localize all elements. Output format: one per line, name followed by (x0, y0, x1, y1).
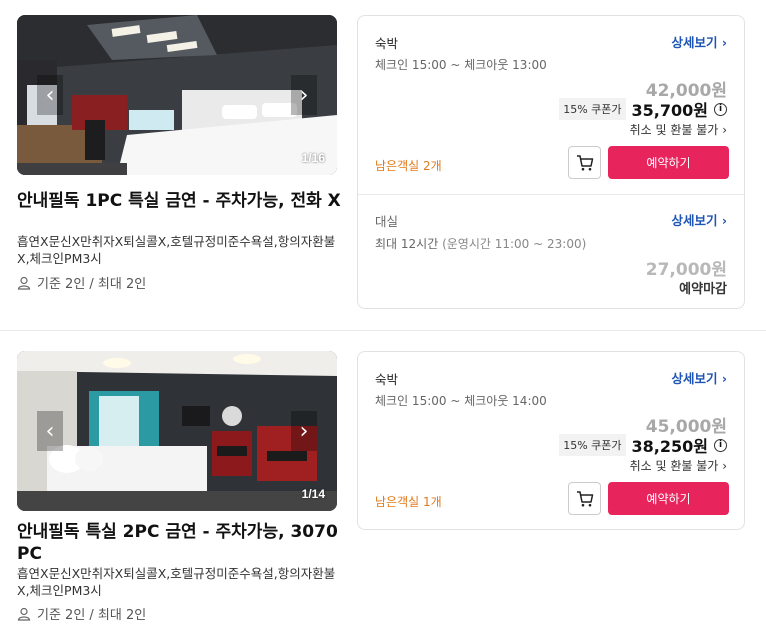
room-title: 안내필독 1PC 특실 금연 - 주차가능, 전화 X (17, 191, 341, 211)
room-capacity: 기준 2인 / 최대 2인 (17, 604, 146, 623)
details-label: 상세보기 (671, 213, 718, 228)
dayuse-type-label: 대실 (375, 214, 399, 229)
info-icon[interactable]: i (714, 438, 727, 452)
checkin-times: 체크인 15:00 ~ 체크아웃 13:00 (375, 58, 547, 72)
room-photo-image (17, 15, 337, 175)
dayuse-price: 27,000원 (645, 260, 727, 280)
chevron-left-icon: ‹ (45, 418, 55, 444)
stay-details-link[interactable]: 상세보기 › (671, 32, 727, 51)
room-photo[interactable]: ‹ › 1/14 (17, 351, 337, 511)
room-policy: 흡연X문신X만취자X퇴실콜X,호텔규정미준수욕설,항의자환불X,체크인PM3시 (17, 234, 336, 266)
room-listing-1: ‹ › 1/16 안내필독 1PC 특실 금연 - 주차가능, 전화 X 흡연X… (0, 0, 766, 330)
dayuse-max-hours: 최대 12시간 (375, 237, 439, 251)
chevron-right-icon: › (299, 82, 309, 108)
capacity-text: 기준 2인 / 최대 2인 (37, 608, 147, 623)
photo-counter: 1/14 (301, 487, 325, 501)
reserve-button[interactable]: 예약하기 (608, 482, 729, 515)
dayuse-hours-range: (운영시간 11:00 ~ 23:00) (442, 237, 587, 251)
checkin-times: 체크인 15:00 ~ 체크아웃 14:00 (375, 394, 547, 408)
soldout-status: 예약마감 (679, 282, 727, 297)
photo-counter: 1/16 (301, 151, 325, 165)
person-icon (17, 276, 31, 290)
dayuse-details-link[interactable]: 상세보기 › (671, 210, 727, 229)
prev-photo-button[interactable]: ‹ (37, 75, 63, 115)
stay-type-label: 숙박 (375, 372, 399, 387)
room-listing-2: ‹ › 1/14 안내필독 특실 2PC 금연 - 주차가능, 3070 PC … (0, 330, 766, 642)
details-label: 상세보기 (671, 35, 718, 50)
chevron-right-icon: › (722, 459, 727, 473)
prev-photo-button[interactable]: ‹ (37, 411, 63, 451)
refund-label: 취소 및 환불 불가 (629, 123, 719, 137)
next-photo-button[interactable]: › (291, 75, 317, 115)
person-icon (17, 607, 31, 621)
next-photo-button[interactable]: › (291, 411, 317, 451)
coupon-badge: 15% 쿠폰가 (559, 98, 626, 120)
dayuse-times: 최대 12시간 (운영시간 11:00 ~ 23:00) (375, 235, 586, 252)
info-icon[interactable]: i (714, 102, 727, 116)
coupon-price-line: 15% 쿠폰가 38,250원 i (559, 433, 727, 457)
room-policy: 흡연X문신X만취자X퇴실콜X,호텔규정미준수욕설,항의자환불X,체크인PM3시 (17, 566, 336, 598)
cart-icon (576, 490, 593, 506)
rooms-left: 남은객실 1개 (375, 495, 442, 509)
final-price: 35,700원 (631, 101, 708, 120)
refund-policy[interactable]: 취소 및 환불 불가 › (630, 457, 727, 474)
coupon-price-line: 15% 쿠폰가 35,700원 i (559, 97, 727, 121)
chevron-right-icon: › (299, 418, 309, 444)
cart-icon (576, 154, 593, 170)
final-price: 38,250원 (631, 437, 708, 456)
stay-details-link[interactable]: 상세보기 › (671, 368, 727, 387)
details-label: 상세보기 (671, 371, 718, 386)
chevron-right-icon: › (721, 35, 727, 50)
coupon-badge: 15% 쿠폰가 (559, 434, 626, 456)
chevron-right-icon: › (722, 123, 727, 137)
dayuse-section: 대실 상세보기 › 최대 12시간 (운영시간 11:00 ~ 23:00) 2… (358, 194, 744, 310)
chevron-right-icon: › (721, 371, 727, 386)
rate-card: 숙박 상세보기 › 체크인 15:00 ~ 체크아웃 14:00 45,000원… (357, 351, 745, 530)
refund-policy[interactable]: 취소 및 환불 불가 › (630, 121, 727, 138)
room-photo[interactable]: ‹ › 1/16 (17, 15, 337, 175)
chevron-left-icon: ‹ (45, 82, 55, 108)
stay-type-label: 숙박 (375, 36, 399, 51)
cart-button[interactable] (568, 482, 601, 515)
rooms-left: 남은객실 2개 (375, 159, 442, 173)
room-capacity: 기준 2인 / 최대 2인 (17, 273, 146, 292)
cart-button[interactable] (568, 146, 601, 179)
chevron-right-icon: › (721, 213, 727, 228)
reserve-button[interactable]: 예약하기 (608, 146, 729, 179)
room-photo-image (17, 351, 337, 511)
room-title: 안내필독 특실 2PC 금연 - 주차가능, 3070 PC (17, 522, 338, 564)
capacity-text: 기준 2인 / 최대 2인 (37, 277, 147, 292)
refund-label: 취소 및 환불 불가 (629, 459, 719, 473)
rate-card: 숙박 상세보기 › 체크인 15:00 ~ 체크아웃 13:00 42,000원… (357, 15, 745, 309)
